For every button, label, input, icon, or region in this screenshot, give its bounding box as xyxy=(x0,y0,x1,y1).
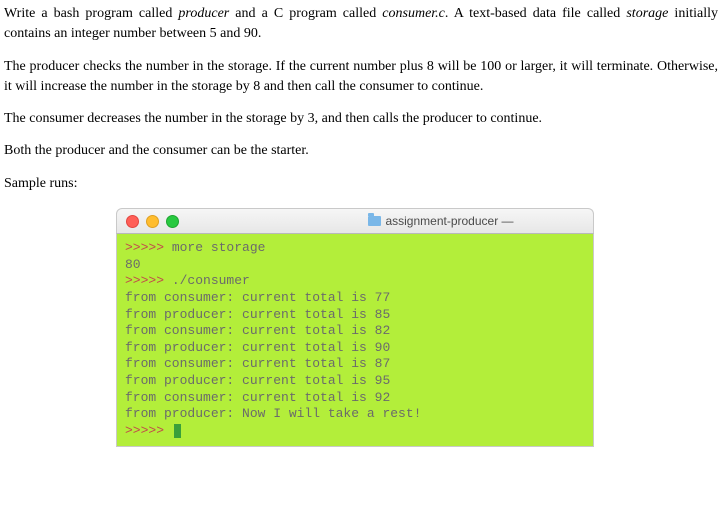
text: and a C program called xyxy=(229,6,382,21)
output-line: from consumer: current total is 92 xyxy=(125,390,390,405)
paragraph-sample: Sample runs: xyxy=(4,174,718,194)
output-line: from producer: Now I will take a rest! xyxy=(125,406,421,421)
output-line: from producer: current total is 95 xyxy=(125,373,390,388)
text: . A text-based data file called xyxy=(445,6,626,21)
cursor-icon xyxy=(174,424,181,438)
paragraph-intro: Write a bash program called producer and… xyxy=(4,4,718,45)
window-title-text: assignment-producer — xyxy=(385,214,513,228)
emphasis-consumer: consumer.c xyxy=(382,6,445,21)
terminal-body[interactable]: >>>>> more storage 80 >>>>> ./consumer f… xyxy=(116,233,594,447)
output-line: 80 xyxy=(125,257,141,272)
paragraph-consumer: The consumer decreases the number in the… xyxy=(4,109,718,129)
shell-prompt: >>>>> xyxy=(125,273,164,288)
paragraph-producer: The producer checks the number in the st… xyxy=(4,57,718,98)
output-line: from producer: current total is 90 xyxy=(125,340,390,355)
emphasis-storage: storage xyxy=(626,6,668,21)
zoom-icon[interactable] xyxy=(166,215,179,228)
shell-prompt: >>>>> xyxy=(125,423,164,438)
command-text: more storage xyxy=(164,240,265,255)
command-text: ./consumer xyxy=(164,273,250,288)
output-line: from consumer: current total is 82 xyxy=(125,323,390,338)
output-line: from consumer: current total is 77 xyxy=(125,290,390,305)
output-line: from producer: current total is 85 xyxy=(125,307,390,322)
minimize-icon[interactable] xyxy=(146,215,159,228)
window-title: assignment-producer — xyxy=(117,214,593,228)
terminal-window: assignment-producer — >>>>> more storage… xyxy=(116,208,594,447)
output-line: from consumer: current total is 87 xyxy=(125,356,390,371)
window-titlebar: assignment-producer — xyxy=(116,208,594,233)
document-body: Write a bash program called producer and… xyxy=(0,0,726,194)
folder-icon xyxy=(368,216,381,226)
text: Write a bash program called xyxy=(4,6,178,21)
emphasis-producer: producer xyxy=(178,6,229,21)
paragraph-starter: Both the producer and the consumer can b… xyxy=(4,141,718,161)
close-icon[interactable] xyxy=(126,215,139,228)
shell-prompt: >>>>> xyxy=(125,240,164,255)
traffic-lights xyxy=(126,215,179,228)
